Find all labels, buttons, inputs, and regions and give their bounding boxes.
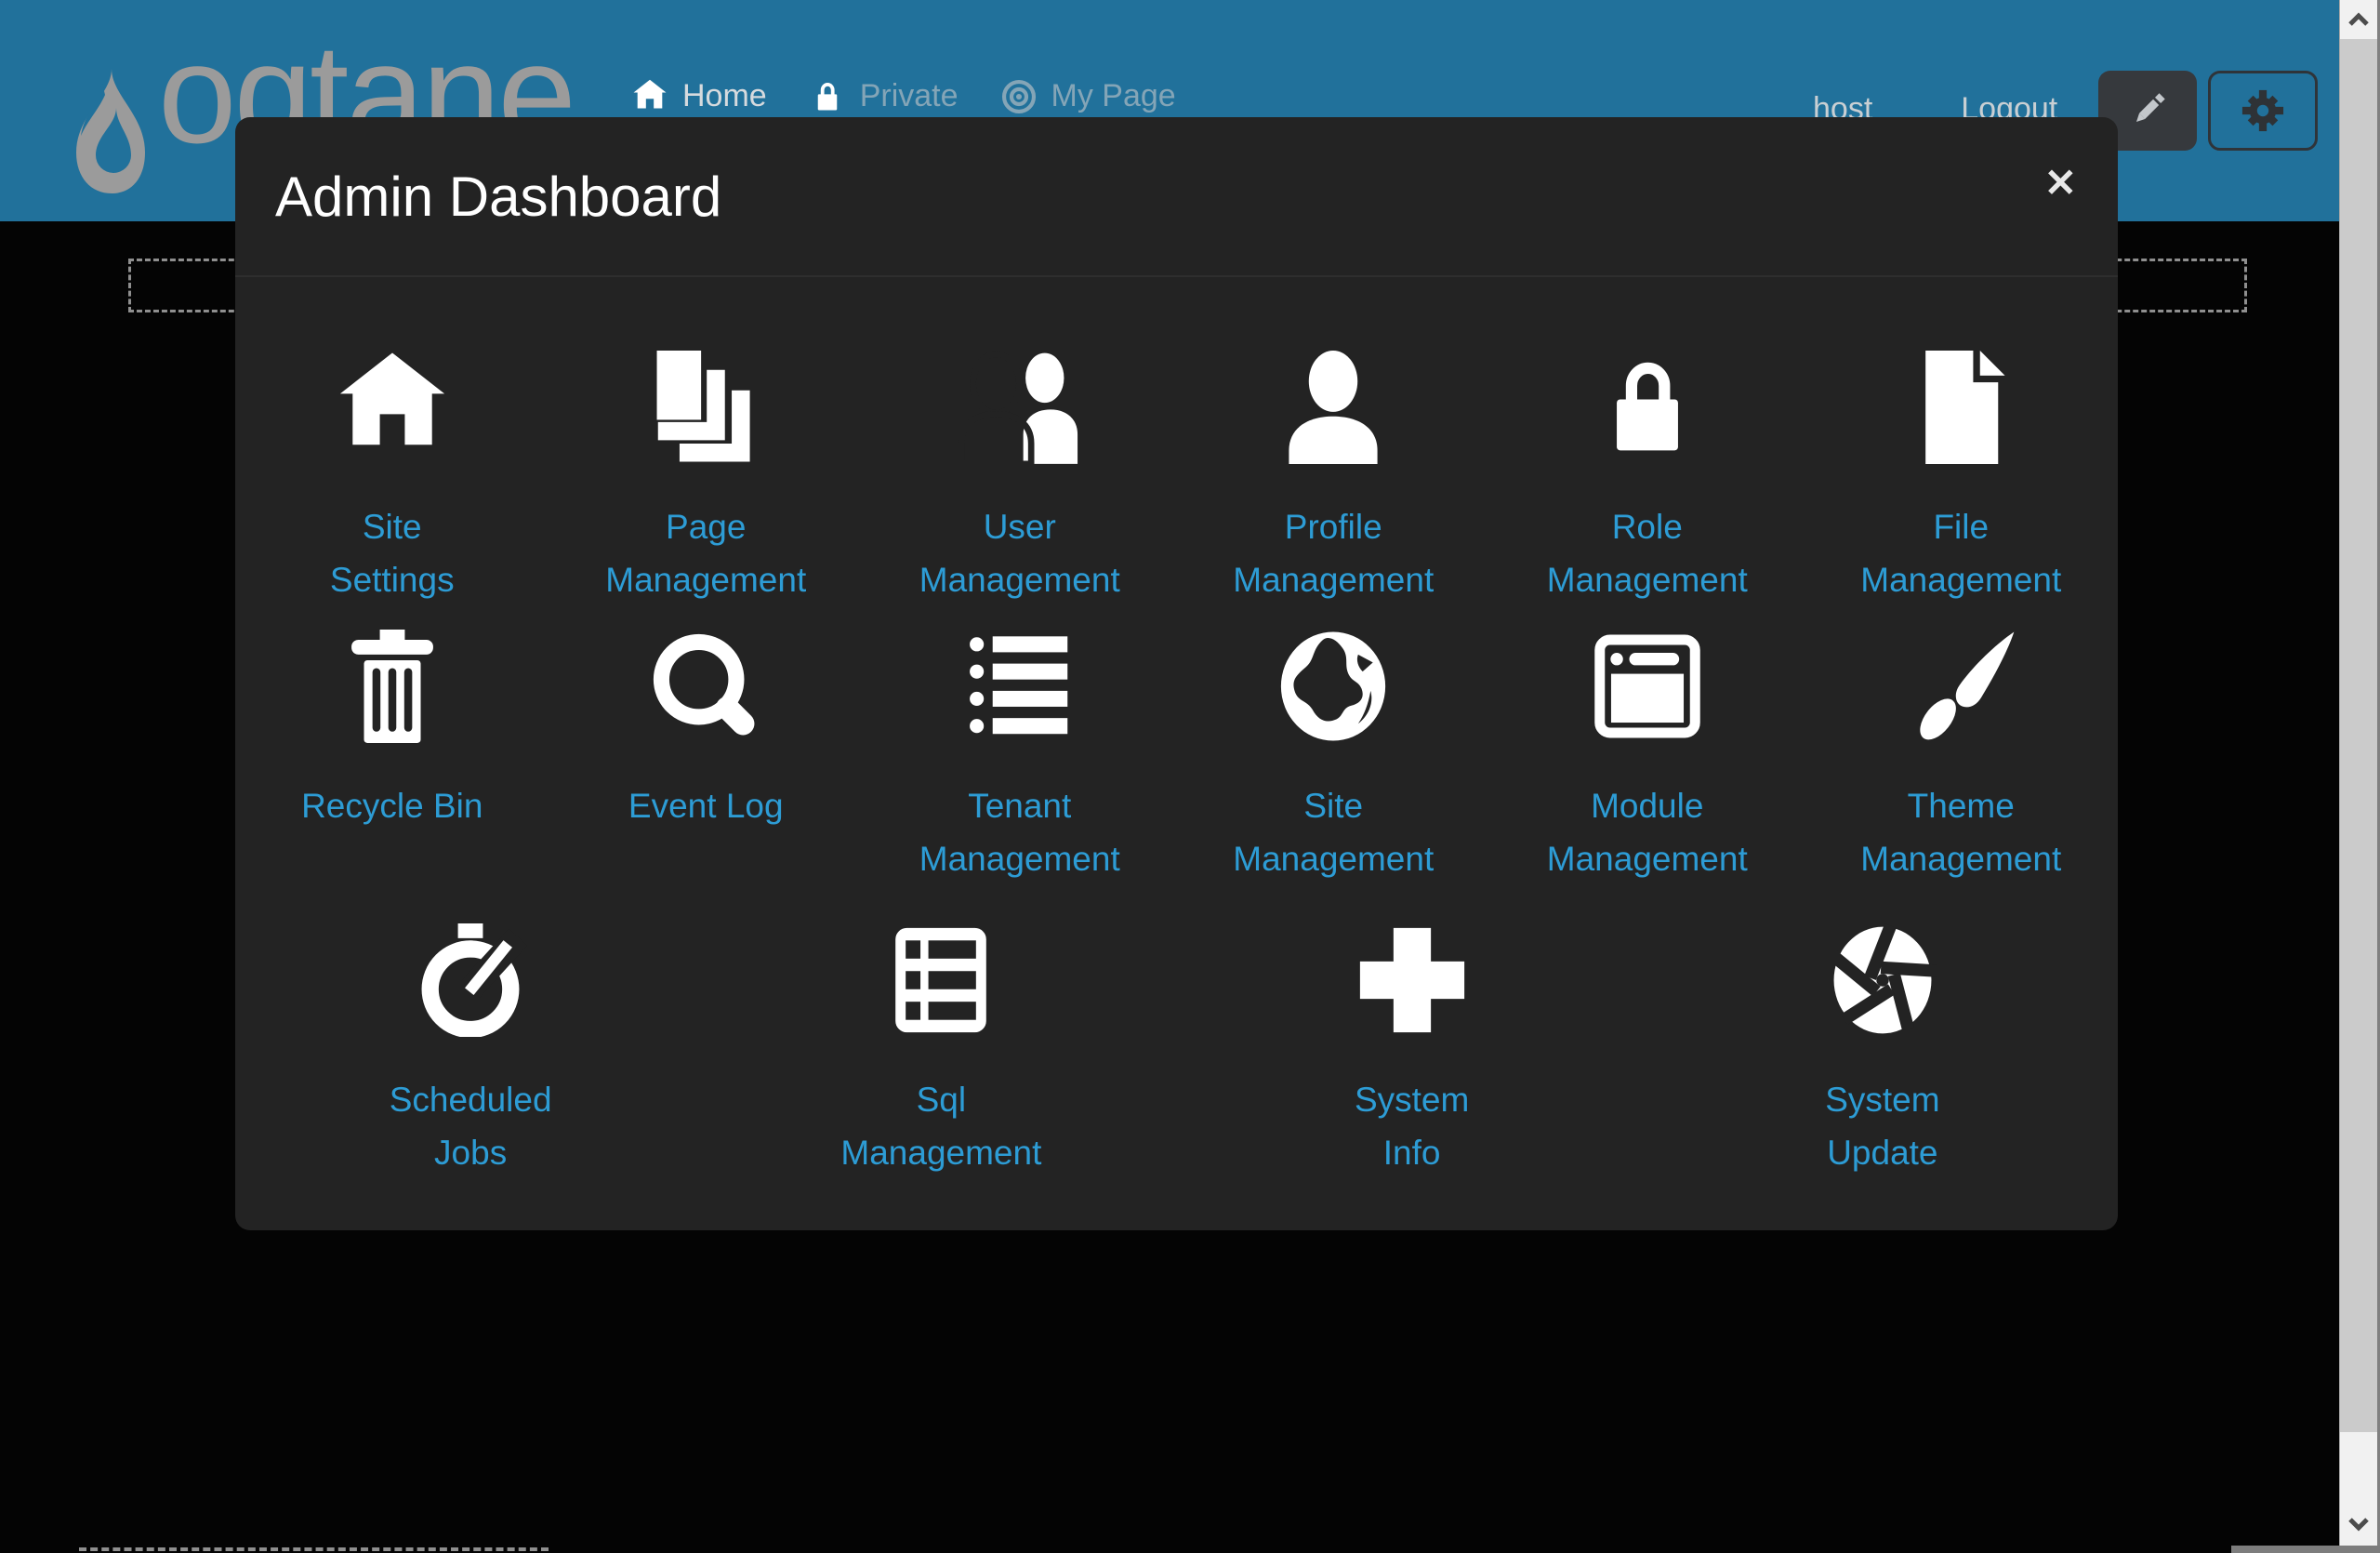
- person-icon: [1276, 346, 1390, 469]
- vertical-scrollbar[interactable]: [2339, 0, 2380, 1553]
- nav-item-home[interactable]: Home: [632, 78, 767, 114]
- list-icon: [963, 625, 1077, 748]
- plus-icon: [1355, 919, 1469, 1042]
- tile-label: SiteSettings: [330, 500, 455, 606]
- admin-tile-profile-management[interactable]: ProfileManagement: [1177, 346, 1491, 606]
- tile-row: Recycle Bin Event Log TenantManagement Site…: [235, 625, 2118, 885]
- modal-header: Admin Dashboard ✕: [235, 117, 2118, 277]
- tile-label: FileManagement: [1860, 500, 2061, 606]
- people-icon: [952, 346, 1088, 469]
- tile-label: RoleManagement: [1547, 500, 1748, 606]
- chevron-up-icon: [2347, 12, 2370, 27]
- admin-tile-theme-management[interactable]: ThemeManagement: [1805, 625, 2119, 885]
- admin-tile-recycle-bin[interactable]: Recycle Bin: [235, 625, 549, 885]
- admin-tile-system-update[interactable]: SystemUpdate: [1647, 919, 2118, 1179]
- home-icon: [336, 346, 449, 469]
- nav-item-label: Private: [860, 78, 959, 114]
- main-nav: Home Private My Page: [632, 78, 1176, 114]
- tile-label: Recycle Bin: [301, 779, 483, 832]
- tile-label: ModuleManagement: [1547, 779, 1748, 885]
- tile-label: Event Log: [628, 779, 784, 832]
- globe-icon: [1276, 625, 1390, 748]
- drop-logo-icon: [65, 56, 154, 208]
- lock-icon: [1591, 346, 1704, 469]
- admin-tile-module-management[interactable]: ModuleManagement: [1490, 625, 1805, 885]
- trash-icon: [336, 625, 449, 748]
- tile-label: SystemInfo: [1355, 1073, 1469, 1179]
- browser-icon: [1591, 625, 1704, 748]
- nav-item-private[interactable]: Private: [810, 78, 959, 114]
- admin-tile-site-settings[interactable]: SiteSettings: [235, 346, 549, 606]
- tile-label: PageManagement: [605, 500, 806, 606]
- magnifying-glass-icon: [649, 625, 762, 748]
- nav-item-label: Home: [682, 78, 767, 114]
- gear-icon: [2241, 89, 2284, 132]
- file-icon: [1904, 346, 2017, 469]
- brand-logo[interactable]: oqtane: [65, 56, 154, 208]
- chevron-down-icon: [2347, 1517, 2370, 1532]
- admin-tiles-grid: SiteSettings PageManagement UserManagement…: [235, 277, 2118, 1179]
- tile-label: ThemeManagement: [1860, 779, 2061, 885]
- spreadsheet-icon: [884, 919, 998, 1042]
- admin-tile-file-management[interactable]: FileManagement: [1805, 346, 2119, 606]
- tile-label: SqlManagement: [840, 1073, 1041, 1179]
- tile-row: SiteSettings PageManagement UserManagement…: [235, 346, 2118, 606]
- tile-label: TenantManagement: [919, 779, 1120, 885]
- admin-tile-role-management[interactable]: RoleManagement: [1490, 346, 1805, 606]
- admin-tile-tenant-management[interactable]: TenantManagement: [863, 625, 1177, 885]
- admin-tile-sql-management[interactable]: SqlManagement: [706, 919, 1176, 1179]
- scroll-up-button[interactable]: [2340, 0, 2377, 39]
- target-icon: [1001, 79, 1037, 114]
- tile-label: SystemUpdate: [1825, 1073, 1939, 1179]
- pane-placeholder-bottom: [79, 1547, 549, 1553]
- home-icon: [632, 79, 668, 114]
- admin-tile-event-log[interactable]: Event Log: [549, 625, 864, 885]
- tile-label: ProfileManagement: [1233, 500, 1434, 606]
- lock-icon: [810, 79, 845, 114]
- admin-tile-system-info[interactable]: SystemInfo: [1177, 919, 1647, 1179]
- tile-label: UserManagement: [919, 500, 1120, 606]
- admin-tile-scheduled-jobs[interactable]: ScheduledJobs: [235, 919, 706, 1179]
- aperture-icon: [1826, 919, 1939, 1042]
- scrollbar-corner: [2231, 1546, 2380, 1553]
- brush-icon: [1904, 625, 2017, 748]
- scrollbar-thumb[interactable]: [2340, 39, 2377, 1432]
- layers-icon: [649, 346, 762, 469]
- scroll-down-button[interactable]: [2340, 1505, 2377, 1544]
- admin-tile-page-management[interactable]: PageManagement: [549, 346, 864, 606]
- timer-icon: [414, 919, 527, 1042]
- close-icon[interactable]: ✕: [2044, 164, 2077, 203]
- admin-tile-user-management[interactable]: UserManagement: [863, 346, 1177, 606]
- nav-item-my-page[interactable]: My Page: [1001, 78, 1176, 114]
- pencil-icon: [2126, 89, 2169, 132]
- tile-label: ScheduledJobs: [390, 1073, 552, 1179]
- tile-row: ScheduledJobs SqlManagement SystemInfo Syst…: [235, 919, 2118, 1179]
- nav-item-label: My Page: [1051, 78, 1176, 114]
- tile-label: SiteManagement: [1233, 779, 1434, 885]
- modal-title: Admin Dashboard: [275, 165, 721, 229]
- admin-dashboard-modal: Admin Dashboard ✕ SiteSettings PageManage…: [235, 117, 2118, 1230]
- admin-tile-site-management[interactable]: SiteManagement: [1177, 625, 1491, 885]
- control-panel-button[interactable]: [2208, 71, 2318, 151]
